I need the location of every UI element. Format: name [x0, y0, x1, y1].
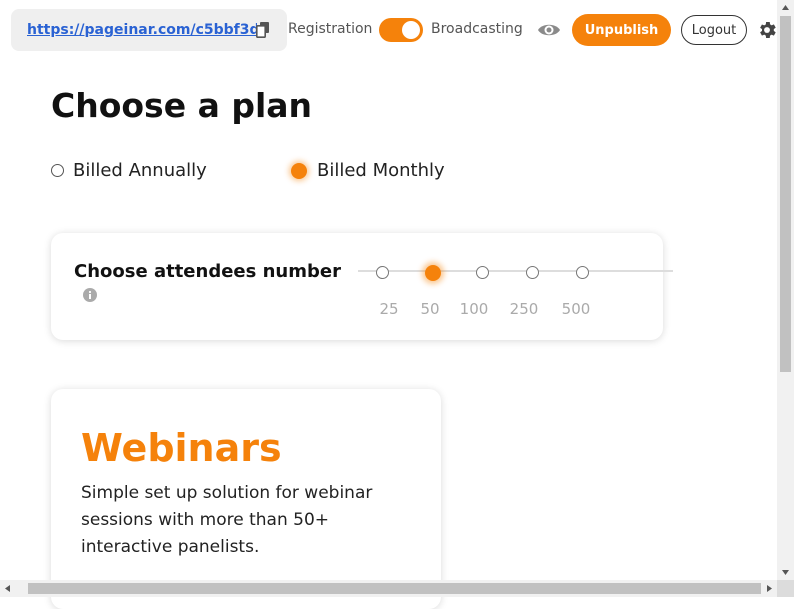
- vertical-scrollbar[interactable]: [777, 0, 794, 580]
- horizontal-scroll-thumb[interactable]: [28, 583, 761, 594]
- scrollbar-corner: [777, 580, 794, 597]
- attendees-stop-25[interactable]: [376, 266, 389, 279]
- billing-annually-label: Billed Annually: [73, 160, 207, 181]
- attendees-option-label: 500: [561, 300, 591, 318]
- eye-icon[interactable]: [537, 20, 561, 40]
- info-icon[interactable]: [83, 288, 97, 302]
- attendees-card: Choose attendees number 25 50 100 250 50…: [51, 233, 673, 340]
- radio-annually[interactable]: [51, 164, 64, 177]
- attendees-stop-250[interactable]: [526, 266, 539, 279]
- webinar-plan-title: Webinars: [81, 426, 282, 470]
- attendees-option-label: 100: [459, 300, 489, 318]
- toggle-knob: [402, 21, 420, 39]
- attendees-option-label: 250: [509, 300, 539, 318]
- billing-option-monthly[interactable]: Billed Monthly: [291, 160, 445, 181]
- broadcasting-label: Broadcasting: [431, 21, 523, 37]
- gear-icon[interactable]: [756, 19, 778, 41]
- webinar-plan-description: Simple set up solution for webinar sessi…: [81, 483, 373, 557]
- attendees-stop-100[interactable]: [476, 266, 489, 279]
- scroll-right-arrow-icon[interactable]: [765, 584, 774, 593]
- scroll-left-arrow-icon[interactable]: [3, 584, 12, 593]
- webinar-plan-card: Webinars Simple set up solution for webi…: [51, 389, 441, 609]
- page-url-link[interactable]: https://pageinar.com/c5bbf3d2: [27, 22, 257, 38]
- attendees-slider-track[interactable]: [358, 270, 673, 272]
- url-box: https://pageinar.com/c5bbf3d2: [11, 9, 287, 51]
- registration-label: Registration: [288, 21, 373, 37]
- unpublish-button[interactable]: Unpublish: [572, 14, 671, 46]
- page-title: Choose a plan: [51, 86, 313, 125]
- radio-monthly[interactable]: [291, 162, 307, 179]
- registration-broadcasting-toggle[interactable]: [379, 18, 423, 42]
- scroll-up-arrow-icon[interactable]: [781, 3, 790, 12]
- billing-monthly-label: Billed Monthly: [317, 160, 445, 181]
- attendees-stop-500[interactable]: [576, 266, 589, 279]
- logout-button[interactable]: Logout: [681, 15, 747, 45]
- scroll-down-arrow-icon[interactable]: [781, 568, 790, 577]
- billing-option-annually[interactable]: Billed Annually: [51, 160, 207, 181]
- attendees-stop-50[interactable]: [425, 265, 441, 281]
- horizontal-scrollbar[interactable]: [0, 580, 777, 597]
- attendees-title: Choose attendees number: [74, 261, 341, 282]
- copy-icon[interactable]: [256, 22, 270, 38]
- vertical-scroll-thumb[interactable]: [780, 16, 791, 372]
- attendees-option-label: 50: [420, 300, 440, 318]
